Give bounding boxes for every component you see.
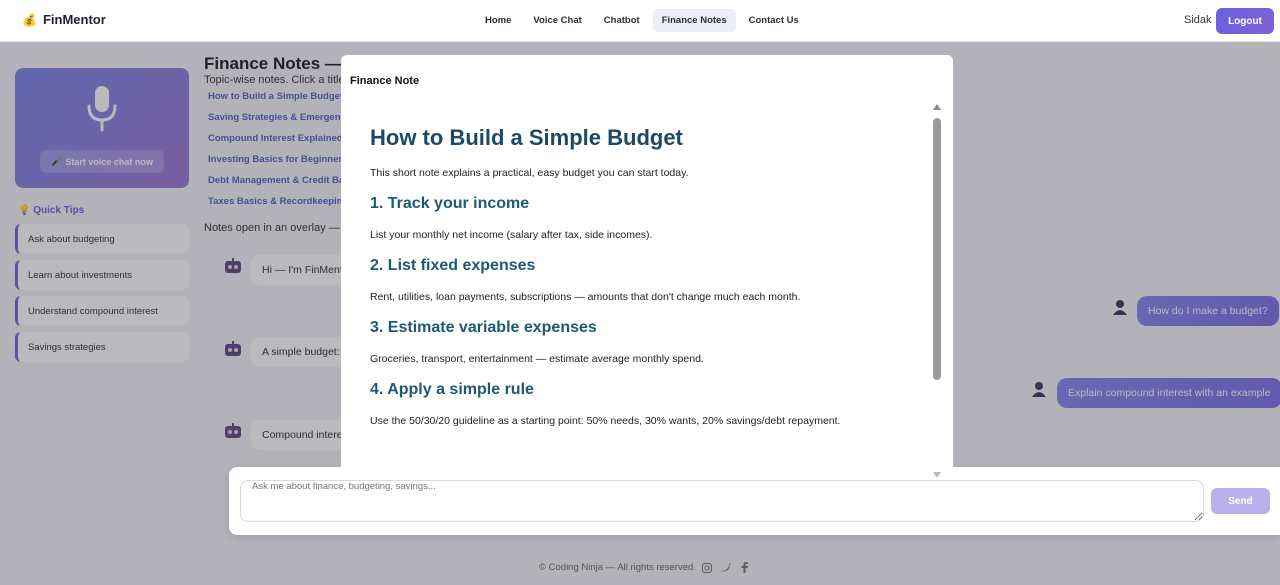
nav-contact-us[interactable]: Contact Us — [740, 9, 808, 32]
note-section-heading: 1. Track your income — [370, 195, 530, 212]
note-section-body: Rent, utilities, loan payments, subscrip… — [370, 291, 801, 303]
top-navbar: 💰 FinMentor Home Voice Chat Chatbot Fina… — [0, 0, 1280, 42]
modal-content: How to Build a Simple Budget This short … — [370, 125, 930, 468]
nav-voice-chat[interactable]: Voice Chat — [524, 9, 590, 32]
money-bag-icon: 💰 — [22, 12, 37, 27]
note-section-body: Use the 50/30/20 guideline as a starting… — [370, 415, 841, 427]
user-name: Sidak — [1184, 14, 1212, 26]
scroll-thumb[interactable] — [933, 118, 941, 380]
main-nav: Home Voice Chat Chatbot Finance Notes Co… — [476, 9, 808, 32]
scroll-up-arrow-icon[interactable] — [933, 104, 941, 110]
logout-button[interactable]: Logout — [1216, 8, 1274, 34]
note-section-body: List your monthly net income (salary aft… — [370, 229, 653, 241]
chat-input-bar: Send — [229, 467, 1280, 535]
note-section-heading: 4. Apply a simple rule — [370, 381, 534, 398]
nav-finance-notes[interactable]: Finance Notes — [652, 9, 736, 32]
brand-name: FinMentor — [42, 12, 106, 27]
modal-header: Finance Note — [350, 75, 420, 87]
nav-chatbot[interactable]: Chatbot — [595, 9, 649, 32]
modal-scrollbar[interactable] — [932, 104, 942, 478]
brand-logo[interactable]: 💰 FinMentor — [22, 12, 106, 27]
note-section-body: Groceries, transport, entertainment — es… — [370, 353, 704, 365]
note-title: How to Build a Simple Budget — [370, 125, 683, 150]
send-button[interactable]: Send — [1211, 488, 1270, 514]
finance-note-modal: Finance Note How to Build a Simple Budge… — [341, 55, 953, 468]
chat-input[interactable] — [240, 480, 1204, 522]
note-intro: This short note explains a practical, ea… — [370, 167, 689, 179]
note-section-heading: 2. List fixed expenses — [370, 257, 536, 274]
nav-home[interactable]: Home — [476, 9, 520, 32]
scroll-down-arrow-icon[interactable] — [933, 472, 941, 478]
note-section-heading: 3. Estimate variable expenses — [370, 319, 597, 336]
